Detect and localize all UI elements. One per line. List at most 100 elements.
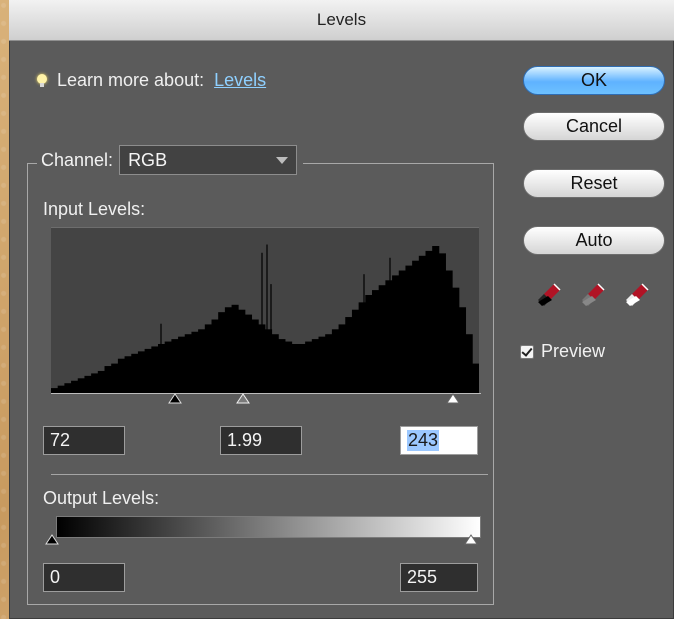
histogram-bin [445, 270, 453, 393]
black-eyedropper-icon[interactable] [536, 280, 564, 308]
histogram-bin [204, 324, 212, 393]
reset-button-label: Reset [570, 173, 618, 193]
histogram-bin [211, 319, 219, 393]
white-point-slider-handle[interactable] [445, 393, 461, 409]
ok-button-label: OK [580, 70, 607, 90]
titlebar: Levels [9, 0, 674, 41]
input-gamma-field[interactable]: 1.99 [220, 426, 302, 455]
eyedropper-tools [536, 280, 652, 308]
lightbulb-icon [37, 73, 47, 88]
cancel-button-label: Cancel [565, 116, 623, 136]
output-levels-label: Output Levels: [43, 488, 160, 508]
preview-toggle[interactable]: Preview [520, 341, 605, 362]
learn-more-row: Learn more about: Levels [37, 70, 266, 91]
histogram-bin [472, 363, 479, 393]
histogram-bin [84, 375, 92, 393]
histogram-bin [452, 287, 460, 393]
preview-checkbox[interactable] [520, 344, 534, 359]
black-point-slider-handle[interactable] [167, 393, 183, 409]
histogram-bin [137, 351, 146, 393]
output-black-slider-handle[interactable] [44, 534, 60, 550]
cancel-button[interactable]: Cancel [523, 112, 665, 141]
histogram-bin [412, 260, 420, 393]
histogram-bin [305, 341, 313, 393]
histogram-bin [218, 312, 226, 393]
gray-eyedropper-icon[interactable] [580, 280, 608, 308]
histogram-bin [164, 341, 172, 393]
input-white-field[interactable]: 243 [400, 426, 478, 455]
histogram-bin [104, 366, 112, 393]
histogram-bin [392, 275, 400, 393]
channel-select[interactable]: RGB [119, 145, 298, 175]
channel-value: RGB [128, 149, 168, 170]
histogram-bin [298, 344, 306, 393]
histogram-bin [244, 314, 253, 393]
histogram-bin [351, 309, 360, 393]
histogram-bin [198, 329, 206, 393]
histogram-bin [331, 329, 339, 393]
histogram-bin [358, 302, 366, 393]
ok-button[interactable]: OK [523, 66, 665, 95]
histogram-bin [398, 270, 406, 393]
input-levels-label: Input Levels: [43, 199, 146, 219]
chevron-down-icon [276, 156, 289, 164]
histogram-bin [251, 319, 259, 393]
histogram-bin [144, 348, 152, 393]
auto-button[interactable]: Auto [523, 226, 665, 255]
output-black-field[interactable]: 0 [43, 563, 125, 592]
histogram-bin [325, 334, 333, 393]
histogram-bin [405, 265, 413, 393]
output-white-field[interactable]: 255 [400, 563, 478, 592]
histogram-bin [311, 339, 319, 393]
channel-label: Channel: [41, 149, 114, 170]
histogram-bin [318, 336, 326, 393]
preview-label: Preview [541, 341, 606, 361]
input-histogram [51, 227, 479, 393]
histogram-bin [111, 363, 119, 393]
window-title: Levels [316, 10, 367, 29]
reset-button[interactable]: Reset [523, 169, 665, 198]
histogram-bin [278, 339, 286, 393]
histogram-bin [77, 378, 85, 393]
histogram-bin [117, 358, 125, 393]
histogram-bin [418, 255, 426, 393]
output-gradient-bar [56, 516, 481, 538]
levels-dialog: Levels Learn more about: Levels OK Cance… [9, 0, 674, 619]
input-white-value: 243 [407, 430, 440, 451]
input-gamma-value: 1.99 [227, 430, 263, 450]
histogram-bin [191, 331, 199, 393]
histogram-bin [271, 334, 279, 393]
gamma-slider-handle[interactable] [235, 393, 251, 409]
levels-help-link[interactable]: Levels [214, 70, 266, 91]
histogram-bin [124, 356, 132, 393]
histogram-bin [238, 309, 246, 393]
histogram-bin [184, 334, 192, 393]
histogram-bin [465, 334, 473, 393]
histogram-bin [338, 324, 346, 393]
histogram-bin [97, 370, 105, 393]
histogram-bin [151, 346, 159, 393]
auto-button-label: Auto [575, 230, 613, 250]
input-black-field[interactable]: 72 [43, 426, 125, 455]
white-eyedropper-icon[interactable] [624, 280, 652, 308]
histogram-bin [64, 383, 72, 393]
histogram-bin [285, 341, 293, 393]
histogram-bin [378, 285, 386, 393]
histogram-bin [231, 304, 239, 393]
histogram-bin [385, 280, 393, 393]
channel-row: Channel: RGB [37, 145, 304, 175]
output-white-value: 255 [407, 567, 438, 587]
histogram-bin [71, 380, 79, 393]
output-black-value: 0 [50, 567, 61, 587]
histogram-bin [345, 317, 353, 393]
histogram-bin [171, 339, 179, 393]
histogram-bin [131, 353, 139, 393]
histogram-bin [57, 385, 65, 393]
output-white-slider-handle[interactable] [463, 534, 479, 550]
histogram-bin [438, 253, 446, 393]
histogram-bin [291, 344, 299, 393]
histogram-bin [432, 246, 440, 393]
learn-more-label: Learn more about: [57, 70, 205, 90]
input-black-value: 72 [50, 430, 71, 450]
levels-divider [51, 474, 488, 475]
